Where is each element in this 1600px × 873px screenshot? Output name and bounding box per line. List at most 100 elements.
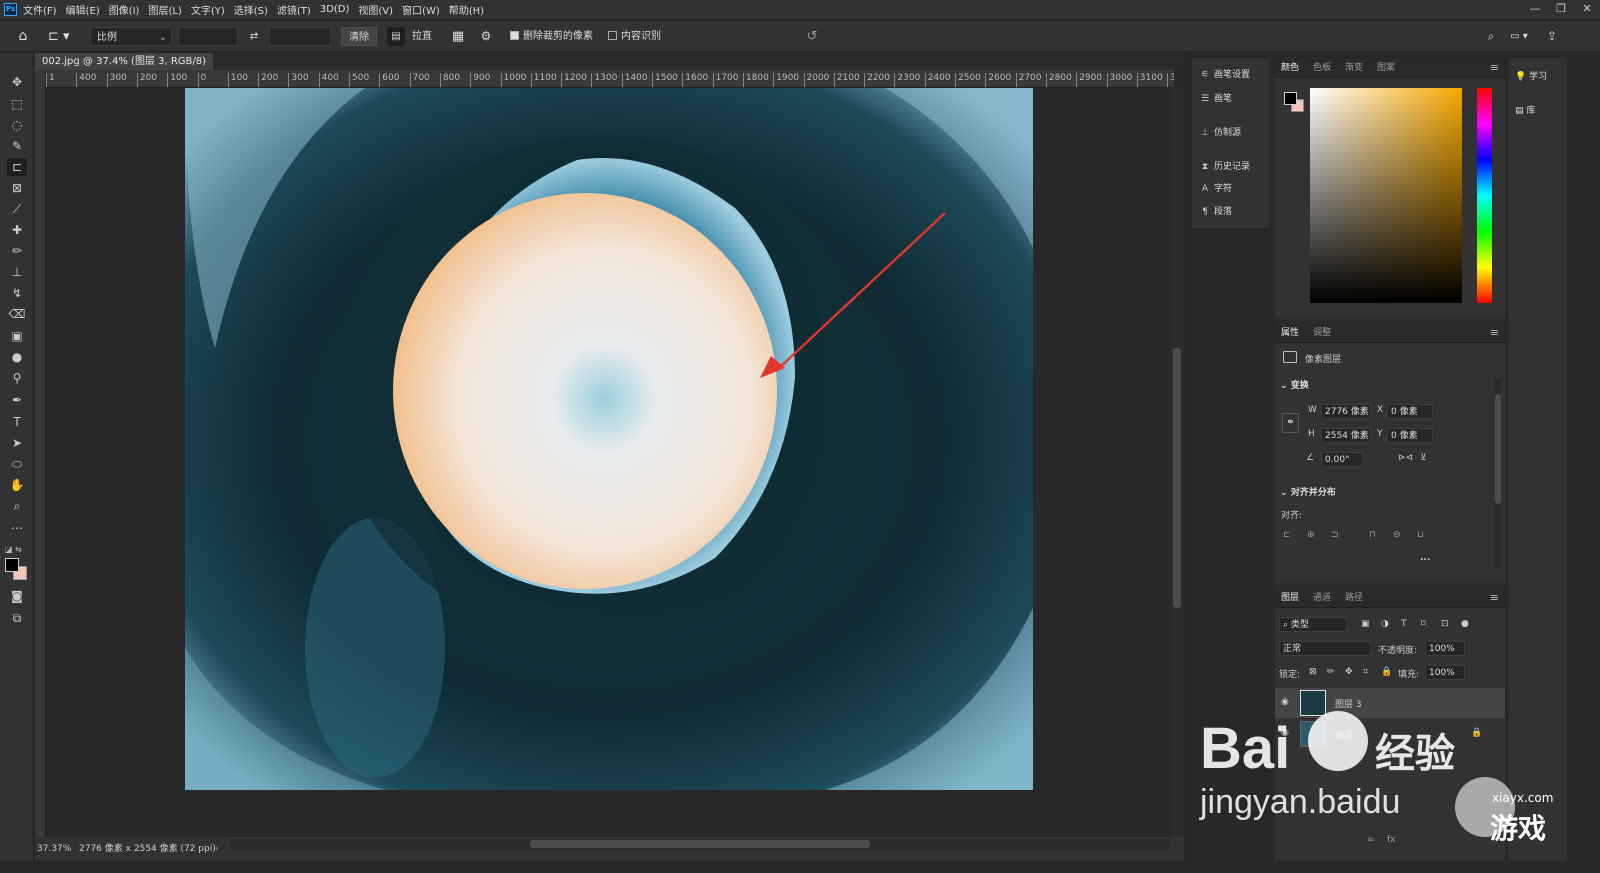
eye-icon[interactable]: ◉ [1281, 697, 1289, 707]
move-tool-icon[interactable]: ✥ [7, 73, 27, 91]
panel-menu-icon[interactable]: ≡ [1490, 588, 1499, 608]
layer-name[interactable]: 图层 3 [1335, 697, 1362, 710]
tab-swatches[interactable]: 色板 [1313, 58, 1331, 78]
lock-image-icon[interactable]: ✏ [1327, 667, 1335, 677]
tab-adjustments[interactable]: 调整 [1313, 323, 1331, 343]
align-bottom-icon[interactable]: ⊔ [1417, 530, 1424, 540]
properties-scroll-thumb[interactable] [1495, 394, 1501, 504]
home-icon[interactable]: ⌂ [12, 27, 34, 46]
vertical-scrollbar[interactable] [1170, 88, 1184, 837]
tab-properties[interactable]: 属性 [1281, 323, 1299, 343]
more-tools-icon[interactable]: ⋯ [7, 519, 27, 537]
menu-select[interactable]: 选择(S) [234, 2, 268, 17]
filter-type-icon[interactable]: T [1401, 619, 1407, 629]
more-options-icon[interactable]: ... [1420, 553, 1430, 563]
panel-collapse-strip[interactable] [1184, 53, 1192, 861]
menu-layer[interactable]: 图层(L) [148, 2, 181, 17]
clear-button[interactable]: 清除 [341, 27, 377, 46]
crop-tool-icon[interactable]: ⊏ [7, 158, 27, 176]
clone-stamp-tool-icon[interactable]: ⊥ [7, 263, 27, 281]
zoom-level[interactable]: 37.37% [37, 837, 71, 861]
flip-horizontal-icon[interactable]: ⊳⊲ [1398, 453, 1413, 463]
layer-row[interactable]: ◉ 图层 3 [1275, 688, 1505, 718]
menu-window[interactable]: 窗口(W) [402, 2, 440, 17]
layer-filter-select[interactable]: ⌕ 类型 [1279, 617, 1347, 632]
align-center-h-icon[interactable]: ⊕ [1307, 530, 1315, 540]
hue-slider[interactable] [1477, 88, 1492, 303]
tab-patterns[interactable]: 图案 [1377, 58, 1395, 78]
width-ratio-input[interactable] [178, 27, 238, 46]
brush-settings-panel-button[interactable]: ⚟ 画笔设置 [1196, 66, 1268, 84]
angle-input[interactable]: 0.00° [1321, 452, 1363, 467]
link-layers-icon[interactable]: ∞ [1367, 835, 1375, 845]
restore-button[interactable]: ❐ [1548, 0, 1574, 19]
brushes-panel-button[interactable]: ☰ 画笔 [1196, 90, 1268, 108]
history-panel-button[interactable]: ⧗ 历史记录 [1196, 158, 1268, 176]
libraries-panel-button[interactable]: ▤ 库 [1515, 100, 1535, 122]
tab-layers[interactable]: 图层 [1281, 588, 1299, 608]
close-window-button[interactable]: ✕ [1574, 0, 1600, 19]
menu-image[interactable]: 图像(I) [109, 2, 140, 17]
gear-icon[interactable]: ⚙ [478, 27, 494, 46]
dodge-tool-icon[interactable]: ⚲ [7, 369, 27, 387]
quick-select-tool-icon[interactable]: ✎ [7, 137, 27, 155]
menu-edit[interactable]: 编辑(E) [66, 2, 100, 17]
height-ratio-input[interactable] [269, 27, 331, 46]
lock-position-icon[interactable]: ✥ [1345, 667, 1353, 677]
y-input[interactable]: 0 像素 [1387, 428, 1433, 443]
lock-artboard-icon[interactable]: ⌗ [1363, 667, 1368, 677]
filter-adjustment-icon[interactable]: ◑ [1381, 619, 1389, 629]
tab-gradients[interactable]: 渐变 [1345, 58, 1363, 78]
delete-cropped-checkbox[interactable]: 删除裁剪的像素 [510, 27, 593, 46]
path-select-tool-icon[interactable]: ➤ [7, 434, 27, 452]
screen-mode-icon[interactable]: ⧉ [7, 609, 27, 627]
lasso-tool-icon[interactable]: ◌ [7, 116, 27, 134]
straighten-icon[interactable]: ▤ [387, 27, 405, 46]
menu-filter[interactable]: 滤镜(T) [277, 2, 311, 17]
blend-mode-select[interactable]: 正常 [1279, 641, 1371, 656]
horizontal-ruler[interactable]: 1 400 300 200 100 0 100 200 300 400 500 600 700 800 90… [46, 70, 1174, 88]
minimize-button[interactable]: — [1522, 0, 1548, 19]
document-image[interactable] [185, 88, 1033, 790]
horizontal-scroll-thumb[interactable] [530, 840, 870, 848]
align-section-header[interactable]: ⌄ 对齐并分布 [1280, 485, 1336, 498]
foreground-color-swatch[interactable] [5, 558, 19, 572]
search-icon[interactable]: ⌕ [1484, 27, 1498, 46]
menu-type[interactable]: 文字(Y) [191, 2, 225, 17]
color-field[interactable] [1310, 88, 1462, 303]
vertical-ruler[interactable] [35, 70, 46, 837]
document-tab[interactable]: 002.jpg @ 37.4% (图层 3, RGB/8) * × [35, 53, 213, 84]
panel-menu-icon[interactable]: ≡ [1490, 58, 1499, 78]
eraser-tool-icon[interactable]: ⌫ [7, 305, 27, 323]
align-left-icon[interactable]: ⊏ [1283, 530, 1291, 540]
tab-channels[interactable]: 通道 [1313, 588, 1331, 608]
align-top-icon[interactable]: ⊓ [1369, 530, 1376, 540]
x-input[interactable]: 0 像素 [1387, 404, 1433, 419]
eye-icon[interactable]: ◉ [1281, 728, 1289, 738]
eyedropper-tool-icon[interactable]: ⟋ [7, 200, 27, 218]
filter-smart-object-icon[interactable]: ⊡ [1441, 619, 1449, 629]
filter-toggle-icon[interactable]: ● [1461, 619, 1469, 629]
opacity-input[interactable]: 100% [1425, 641, 1465, 656]
vertical-scroll-thumb[interactable] [1173, 348, 1181, 608]
reset-icon[interactable]: ↺ [804, 27, 820, 46]
menu-file[interactable]: 文件(F) [23, 2, 57, 17]
menu-view[interactable]: 视图(V) [358, 2, 393, 17]
menu-3d[interactable]: 3D(D) [320, 4, 350, 15]
history-brush-tool-icon[interactable]: ↯ [7, 284, 27, 302]
brush-tool-icon[interactable]: ✏ [7, 242, 27, 260]
clone-source-panel-button[interactable]: ⊥ 仿制源 [1196, 124, 1268, 142]
zoom-tool-icon[interactable]: ⌕ [7, 497, 27, 515]
gradient-tool-icon[interactable]: ▣ [7, 327, 27, 345]
link-icon[interactable]: ⚭ [1282, 413, 1299, 433]
filter-shape-icon[interactable]: ⌑ [1421, 619, 1426, 629]
ratio-select[interactable]: 比例 ⌄ [90, 27, 172, 46]
pen-tool-icon[interactable]: ✒ [7, 391, 27, 409]
workspace-icon[interactable]: ▭ ▾ [1508, 27, 1530, 46]
hand-tool-icon[interactable]: ✋ [7, 476, 27, 494]
learn-panel-button[interactable]: 💡 学习 [1515, 66, 1547, 88]
layer-name[interactable]: 背景 [1335, 728, 1353, 741]
align-center-v-icon[interactable]: ⊖ [1393, 530, 1401, 540]
tab-paths[interactable]: 路径 [1345, 588, 1363, 608]
align-right-icon[interactable]: ⊐ [1331, 530, 1339, 540]
